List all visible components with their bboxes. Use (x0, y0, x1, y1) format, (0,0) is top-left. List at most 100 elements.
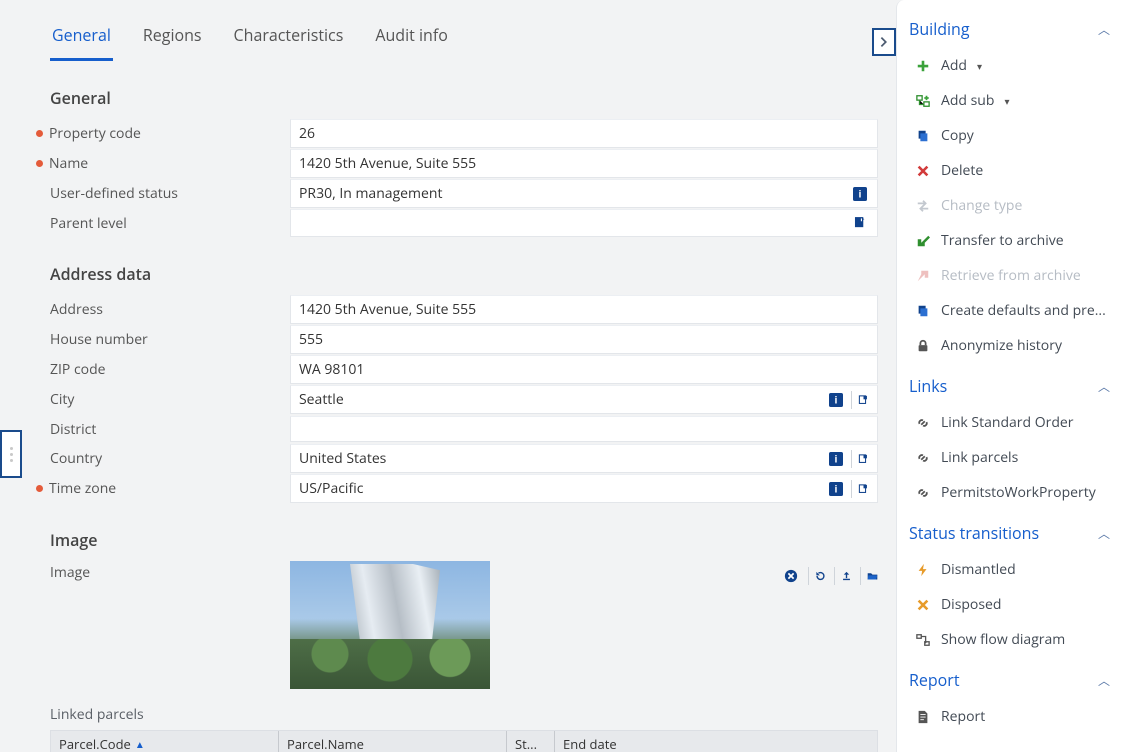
action-delete[interactable]: Delete (909, 155, 1110, 186)
label-zip: ZIP code (50, 360, 106, 379)
delete-icon (915, 164, 931, 178)
input-address[interactable]: 1420 5th Avenue, Suite 555 (290, 295, 878, 324)
input-city[interactable]: Seattle i (290, 385, 878, 414)
info-icon[interactable]: i (851, 185, 869, 203)
add-sub-icon (915, 94, 931, 108)
copy-icon (915, 129, 931, 143)
side-collapse-button[interactable] (872, 28, 896, 56)
side-group-building[interactable]: Building︿ (909, 8, 1110, 46)
linked-parcels-title: Linked parcels (50, 705, 878, 724)
chevron-up-icon: ︿ (1098, 525, 1110, 542)
action-link-standard-order[interactable]: Link Standard Order (909, 407, 1110, 438)
action-flow-diagram[interactable]: Show flow diagram (909, 624, 1110, 655)
required-dot (36, 485, 43, 492)
required-dot (36, 130, 43, 137)
input-timezone[interactable]: US/Pacific i (290, 474, 878, 503)
lookup-icon[interactable] (851, 480, 869, 498)
chevron-up-icon: ︿ (1098, 672, 1110, 689)
building-image (290, 561, 490, 689)
info-icon[interactable]: i (827, 480, 845, 498)
action-link-parcels[interactable]: Link parcels (909, 442, 1110, 473)
action-copy[interactable]: Copy (909, 120, 1110, 151)
col-parcel-name[interactable]: Parcel.Name (279, 731, 507, 752)
chevron-up-icon: ︿ (1098, 378, 1110, 395)
action-retrieve-archive: Retrieve from archive (909, 260, 1110, 291)
clear-image-icon[interactable] (782, 567, 800, 585)
linked-parcels-grid: Parcel.Code ▲ Parcel.Name St... End date… (50, 730, 878, 752)
required-dot (36, 160, 43, 167)
x-icon (915, 598, 931, 612)
side-panel: Building︿ Add▾ Add sub▾ Copy Delete Chan… (896, 0, 1122, 752)
info-icon[interactable]: i (827, 391, 845, 409)
action-permits-to-work[interactable]: PermitstoWorkProperty (909, 477, 1110, 508)
lock-icon (915, 339, 931, 353)
input-zip[interactable]: WA 98101 (290, 355, 878, 384)
action-create-defaults[interactable]: Create defaults and pre... (909, 295, 1110, 326)
upload-image-icon[interactable] (834, 567, 852, 585)
label-image: Image (50, 563, 90, 582)
input-property-code[interactable]: 26 (290, 119, 878, 148)
tab-characteristics[interactable]: Characteristics (232, 18, 346, 61)
label-property-code: Property code (49, 124, 141, 143)
archive-in-icon (915, 234, 931, 248)
svg-text:i: i (835, 452, 838, 465)
tab-general[interactable]: General (50, 18, 113, 61)
label-user-status: User-defined status (50, 184, 178, 203)
svg-text:i: i (835, 482, 838, 495)
label-country: Country (50, 449, 102, 468)
main-panel: General Regions Characteristics Audit in… (0, 0, 896, 752)
action-report[interactable]: Report (909, 701, 1110, 732)
copy-icon (915, 304, 931, 318)
action-status-disposed[interactable]: Disposed (909, 589, 1110, 620)
action-add-sub[interactable]: Add sub▾ (909, 85, 1110, 116)
input-country[interactable]: United States i (290, 444, 878, 473)
archive-out-icon (915, 269, 931, 283)
left-collapse-handle[interactable] (0, 430, 22, 478)
input-user-status[interactable]: PR30, In management i (290, 179, 878, 208)
swap-icon (915, 199, 931, 213)
chevron-up-icon: ︿ (1098, 21, 1110, 38)
action-status-dismantled[interactable]: Dismantled (909, 554, 1110, 585)
lookup-icon[interactable] (851, 391, 869, 409)
document-icon (915, 710, 931, 724)
section-general-title: General (50, 87, 878, 109)
tab-bar: General Regions Characteristics Audit in… (50, 0, 878, 61)
side-group-links[interactable]: Links︿ (909, 365, 1110, 403)
action-transfer-archive[interactable]: Transfer to archive (909, 225, 1110, 256)
label-city: City (50, 390, 74, 409)
rotate-image-icon[interactable] (808, 567, 826, 585)
label-house-number: House number (50, 330, 148, 349)
browse-image-icon[interactable] (860, 567, 878, 585)
lookup-icon[interactable] (851, 450, 869, 468)
label-district: District (50, 420, 96, 439)
label-timezone: Time zone (49, 479, 116, 498)
col-parcel-code[interactable]: Parcel.Code ▲ (51, 731, 279, 752)
side-group-report[interactable]: Report︿ (909, 659, 1110, 697)
svg-text:i: i (859, 187, 862, 200)
section-address-title: Address data (50, 263, 878, 285)
label-parent-level: Parent level (50, 214, 127, 233)
info-icon[interactable]: i (827, 450, 845, 468)
section-image-title: Image (50, 529, 878, 551)
action-change-type: Change type (909, 190, 1110, 221)
link-icon (915, 486, 931, 500)
input-name[interactable]: 1420 5th Avenue, Suite 555 (290, 149, 878, 178)
action-anonymize[interactable]: Anonymize history (909, 330, 1110, 361)
svg-text:i: i (835, 393, 838, 406)
lookup-icon[interactable] (851, 214, 869, 232)
tab-audit-info[interactable]: Audit info (373, 18, 449, 61)
input-district[interactable] (290, 416, 878, 442)
plus-icon (915, 59, 931, 73)
input-house-number[interactable]: 555 (290, 325, 878, 354)
link-icon (915, 451, 931, 465)
bolt-icon (915, 563, 931, 577)
col-start-date[interactable]: St... (507, 731, 555, 752)
col-end-date[interactable]: End date (555, 731, 877, 752)
tab-regions[interactable]: Regions (141, 18, 204, 61)
chevron-down-icon: ▾ (1004, 94, 1009, 108)
chevron-down-icon: ▾ (977, 59, 982, 73)
action-add[interactable]: Add▾ (909, 50, 1110, 81)
link-icon (915, 416, 931, 430)
side-group-status[interactable]: Status transitions︿ (909, 512, 1110, 550)
input-parent-level[interactable] (290, 209, 878, 237)
